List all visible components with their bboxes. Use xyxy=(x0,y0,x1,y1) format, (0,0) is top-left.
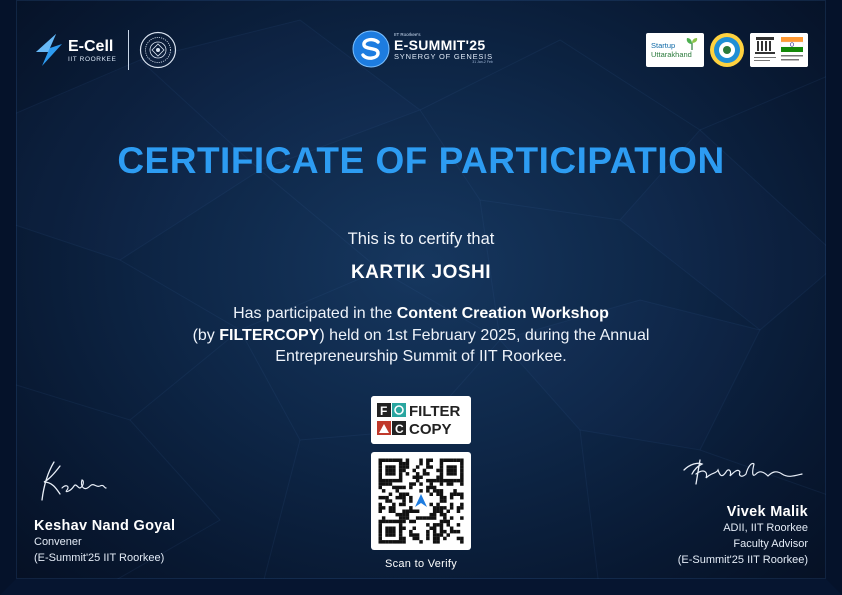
esummit-tagline: SYNERGY OF GENESIS xyxy=(394,51,493,61)
iit-roorkee-seal-icon xyxy=(140,31,177,69)
ecell-mark-icon xyxy=(36,34,62,66)
svg-text:C: C xyxy=(395,422,404,436)
signature-vivek xyxy=(683,459,803,485)
body-text-part: (by xyxy=(192,326,220,344)
sponsor-name: FILTERCOPY xyxy=(219,326,320,344)
certify-intro: This is to certify that xyxy=(347,230,495,248)
signatory-faculty-advisor: Vivek Malik ADII, IIT Roorkee Faculty Ad… xyxy=(678,452,808,568)
signatory-affiliation: (E-Summit'25 IIT Roorkee) xyxy=(34,552,165,564)
logo-divider xyxy=(128,30,130,70)
verification-qr-code[interactable] xyxy=(371,452,471,550)
esummit-title: E-SUMMIT'25 xyxy=(394,36,486,53)
svg-text:F: F xyxy=(380,404,387,418)
filtercopy-word-2: COPY xyxy=(409,421,452,438)
ecell-subtitle: IIT ROORKEE xyxy=(68,55,117,63)
certificate-title: CERTIFICATE OF PARTICIPATION xyxy=(117,140,725,181)
esummit-dates: 31 Jan-2 Feb xyxy=(472,60,493,65)
esummit-mark-icon xyxy=(352,30,390,68)
filtercopy-logo: F C FILTER COPY xyxy=(371,396,471,444)
ecell-title: E-Cell xyxy=(68,37,114,55)
esummit-logo: IIT Roorkee's E-SUMMIT'25 SYNERGY OF GEN… xyxy=(352,30,493,68)
government-seal-icon xyxy=(710,33,744,67)
certificate: E-Cell IIT ROORKEE IIT Roorkee's E-SUMMI… xyxy=(0,0,842,595)
body-text-part: ) held on 1st February 2025, during the … xyxy=(275,326,650,366)
recipient-name: KARTIK JOSHI xyxy=(350,262,492,283)
scan-to-verify-label: Scan to Verify xyxy=(384,558,458,570)
signatory-name: Vivek Malik xyxy=(726,504,808,520)
government-emblem-flag-icon xyxy=(750,33,808,67)
qr-code-icon xyxy=(378,458,464,544)
event-name: Content Creation Workshop xyxy=(396,305,609,322)
signature-keshav xyxy=(41,461,107,501)
sprout-icon xyxy=(686,38,698,50)
filtercopy-word-1: FILTER xyxy=(409,403,461,420)
body-text-part: Has participated in the xyxy=(233,305,397,322)
signatory-name: Keshav Nand Goyal xyxy=(34,518,176,534)
signatory-convener: Keshav Nand Goyal Convener (E-Summit'25 … xyxy=(34,458,175,566)
signatory-role: ADII, IIT Roorkee xyxy=(723,522,808,534)
signatory-role: Convener xyxy=(34,536,82,548)
startup-uttarakhand-logo: Startup Uttarakhand xyxy=(646,33,704,67)
signatory-affiliation: (E-Summit'25 IIT Roorkee) xyxy=(677,554,808,566)
ecell-logo: E-Cell IIT ROORKEE xyxy=(34,30,177,70)
partner-logos: Startup Uttarakhand xyxy=(646,32,808,68)
signatory-title: Faculty Advisor xyxy=(733,538,808,550)
startup-logo-line2: Uttarakhand xyxy=(651,50,692,59)
certificate-body: Has participated in the Content Creation… xyxy=(171,303,671,368)
